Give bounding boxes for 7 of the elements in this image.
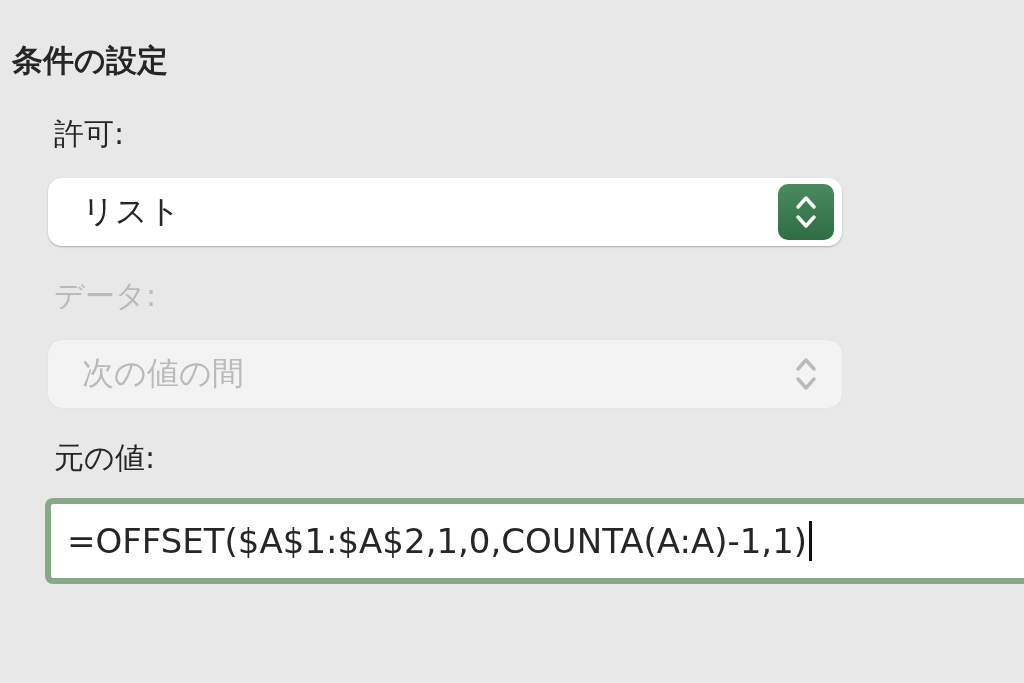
text-cursor-icon	[809, 521, 813, 561]
field-label: 許可:	[54, 115, 126, 153]
section-title: 条件の設定	[12, 41, 169, 80]
chevron-up-down-icon	[778, 184, 834, 240]
popup-select[interactable]: リスト	[48, 178, 842, 246]
field-label: 元の値:	[54, 439, 157, 477]
input-field[interactable]: =OFFSET($A$1:$A$2,1,0,COUNTA(A:A)-1,1)	[45, 498, 1024, 584]
